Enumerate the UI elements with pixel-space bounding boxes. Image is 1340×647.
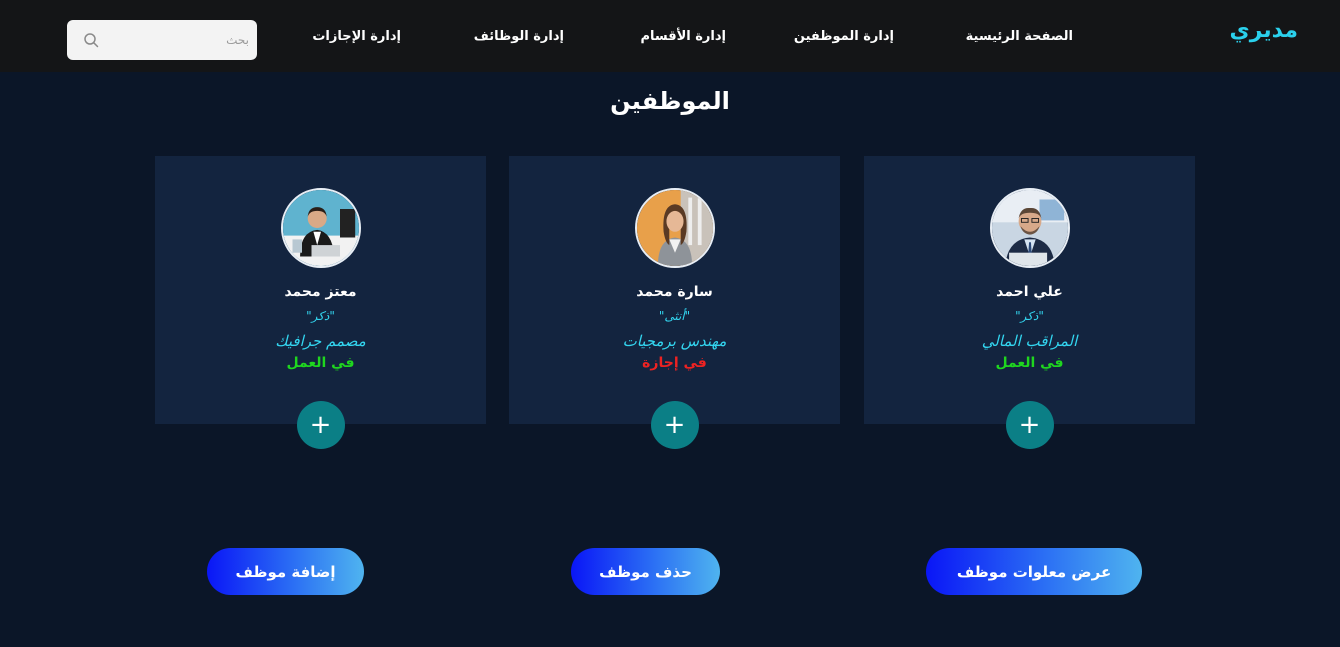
employee-card: سارة محمد "أنثى" مهندس برمجيات في إجازة … bbox=[509, 156, 840, 449]
page-title: الموظفين bbox=[610, 87, 730, 115]
employee-card: معتز محمد "ذكر" مصمم جرافيك في العمل + bbox=[155, 156, 486, 449]
delete-employee-button[interactable]: حذف موظف bbox=[571, 548, 720, 595]
employee-status: في إجازة bbox=[642, 355, 707, 371]
top-navbar: مديري الصفحة الرئيسية إدارة الموظفين إدا… bbox=[0, 0, 1340, 72]
add-employee-button[interactable]: إضافة موظف bbox=[207, 548, 364, 595]
nav-home[interactable]: الصفحة الرئيسية bbox=[966, 29, 1073, 44]
employee-gender: "ذكر" bbox=[306, 309, 335, 323]
card-add-button[interactable]: + bbox=[296, 401, 345, 449]
employee-name: معتز محمد bbox=[284, 284, 357, 300]
employee-job: المراقب المالي bbox=[981, 332, 1078, 350]
employee-avatar bbox=[989, 188, 1070, 268]
employee-status: في العمل bbox=[286, 355, 355, 371]
employee-card: علي احمد "ذكر" المراقب المالي في العمل + bbox=[864, 156, 1195, 449]
card-add-button[interactable]: + bbox=[650, 401, 699, 449]
employee-name: علي احمد bbox=[996, 284, 1063, 300]
employee-job: مصمم جرافيك bbox=[275, 332, 366, 350]
nav-departments[interactable]: إدارة الأقسام bbox=[640, 29, 726, 44]
search-input[interactable] bbox=[107, 20, 257, 60]
card-add-button[interactable]: + bbox=[1005, 401, 1054, 449]
search-box bbox=[67, 20, 257, 60]
employee-avatar bbox=[280, 188, 361, 268]
view-employee-button[interactable]: عرض معلوات موظف bbox=[926, 548, 1142, 595]
search-icon[interactable] bbox=[83, 32, 99, 48]
employee-gender: "أنثى" bbox=[658, 309, 691, 323]
employee-status: في العمل bbox=[995, 355, 1064, 371]
employee-avatar bbox=[634, 188, 715, 268]
employee-name: سارة محمد bbox=[636, 284, 713, 300]
nav-employees[interactable]: إدارة الموظفين bbox=[794, 29, 894, 44]
employee-job: مهندس برمجيات bbox=[622, 332, 727, 350]
nav-jobs[interactable]: إدارة الوظائف bbox=[474, 29, 564, 44]
brand-logo[interactable]: مديري bbox=[1230, 18, 1298, 43]
employee-gender: "ذكر" bbox=[1015, 309, 1044, 323]
nav-leaves[interactable]: إدارة الإجازات bbox=[312, 29, 401, 44]
